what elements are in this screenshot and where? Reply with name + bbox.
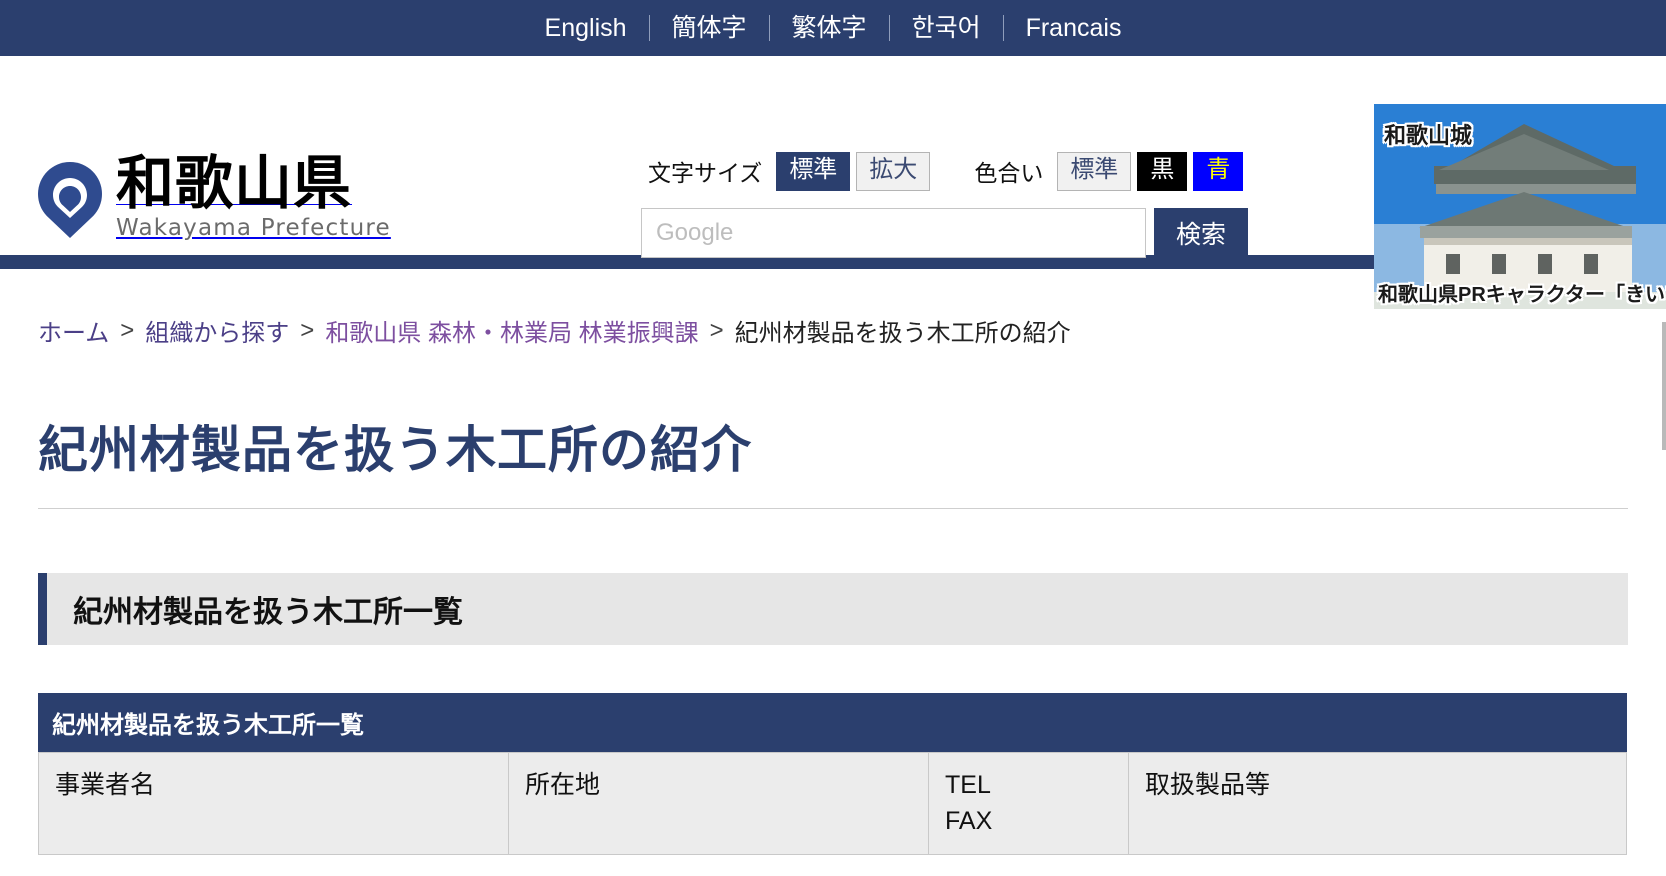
breadcrumb-item-organization[interactable]: 組織から探す xyxy=(145,313,289,348)
breadcrumb-separator: > xyxy=(300,316,315,344)
search-input[interactable] xyxy=(641,208,1146,258)
site-logo-subtitle: Wakayama Prefecture xyxy=(116,215,391,242)
search-submit-button[interactable]: 検索 xyxy=(1154,208,1248,258)
site-header: 和歌山県 Wakayama Prefecture 文字サイズ 標準 拡大 色合い… xyxy=(0,56,1666,309)
breadcrumb-separator: > xyxy=(120,316,135,344)
site-logo-text-block: 和歌山県 Wakayama Prefecture xyxy=(116,154,391,242)
page-title: 紀州材製品を扱う木工所の紹介 xyxy=(38,410,1628,509)
page-root: English 簡体字 繁体字 한국어 Francais 和歌山県 Wakaya… xyxy=(0,0,1666,876)
breadcrumb-separator: > xyxy=(709,316,724,344)
accessibility-controls: 文字サイズ 標準 拡大 色合い 標準 黒 青 xyxy=(648,152,1249,191)
text-size-label: 文字サイズ xyxy=(648,160,763,187)
color-scheme-blue-button[interactable]: 青 xyxy=(1193,152,1244,191)
main-content: ホーム > 組織から探す > 和歌山県 森林・林業局 林業振興課 > 紀州材製品… xyxy=(0,269,1666,855)
wakayama-prefecture-mark-icon xyxy=(38,162,102,238)
banner-top-caption: 和歌山城 xyxy=(1384,123,1473,148)
text-size-large-button[interactable]: 拡大 xyxy=(856,152,931,191)
table-head: 事業者名 所在地 TEL FAX 取扱製品等 xyxy=(38,752,1627,855)
table-caption: 紀州材製品を扱う木工所一覧 xyxy=(38,693,1627,752)
color-scheme-black-button[interactable]: 黒 xyxy=(1137,152,1188,191)
breadcrumb-item-department[interactable]: 和歌山県 森林・林業局 林業振興課 xyxy=(325,313,698,348)
column-header-address: 所在地 xyxy=(508,752,929,855)
site-search: 検索 xyxy=(641,208,1248,258)
language-link-simplified-chinese[interactable]: 簡体字 xyxy=(650,15,769,41)
language-bar: English 簡体字 繁体字 한국어 Francais xyxy=(0,0,1666,56)
breadcrumb-item-current: 紀州材製品を扱う木工所の紹介 xyxy=(734,320,1071,347)
column-header-business-name: 事業者名 xyxy=(38,752,509,855)
breadcrumb-item-home[interactable]: ホーム xyxy=(38,313,109,348)
site-logo-title: 和歌山県 xyxy=(116,149,353,217)
section-heading: 紀州材製品を扱う木工所一覧 xyxy=(38,573,1628,645)
language-link-korean[interactable]: 한국어 xyxy=(890,15,1003,41)
column-header-products: 取扱製品等 xyxy=(1128,752,1627,855)
language-link-french[interactable]: Francais xyxy=(1004,15,1144,41)
column-header-tel-fax: TEL FAX xyxy=(928,752,1129,855)
color-scheme-label: 色合い xyxy=(974,160,1044,187)
breadcrumb: ホーム > 組織から探す > 和歌山県 森林・林業局 林業振興課 > 紀州材製品… xyxy=(38,269,1628,348)
site-logo[interactable]: 和歌山県 Wakayama Prefecture xyxy=(38,154,391,242)
language-link-traditional-chinese[interactable]: 繁体字 xyxy=(770,15,889,41)
woodworking-shops-table: 紀州材製品を扱う木工所一覧 事業者名 所在地 TEL FAX 取扱製品等 xyxy=(38,693,1627,855)
text-size-standard-button[interactable]: 標準 xyxy=(776,152,851,191)
language-link-english[interactable]: English xyxy=(523,15,649,41)
table-header-row: 事業者名 所在地 TEL FAX 取扱製品等 xyxy=(38,752,1627,855)
color-scheme-standard-button[interactable]: 標準 xyxy=(1057,152,1132,191)
page-scrollbar[interactable] xyxy=(1662,322,1666,450)
